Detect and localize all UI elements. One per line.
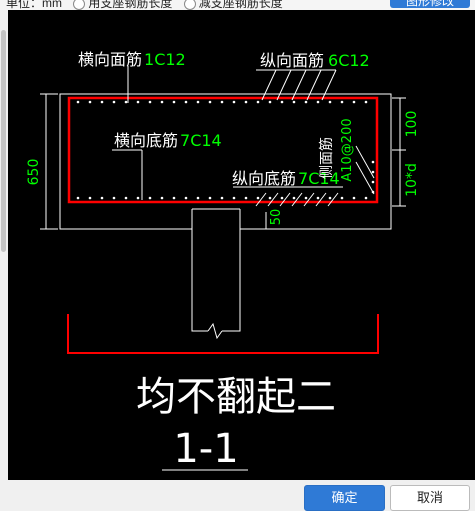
top-bar-dots (76, 100, 368, 104)
section-label: 1-1 (173, 426, 238, 472)
option-1-label[interactable]: 用支座钢筋长度 (88, 0, 172, 10)
side-length-dim: 10*d (404, 163, 420, 197)
unit-options: 单位：mm 用支座钢筋长度 减支座钢筋长度 (6, 0, 283, 10)
dialog-footer: 确定 取消 (0, 480, 475, 511)
scrollbar-thumb[interactable] (1, 30, 6, 252)
top-option-bar: 单位：mm 用支座钢筋长度 减支座钢筋长度 图形修改 (0, 0, 475, 10)
radio-option-2[interactable] (183, 0, 196, 10)
bottom-cover-dim: 50 (269, 209, 284, 226)
bottom-transverse-rebar-label: 横向底筋 7C14 (114, 131, 222, 150)
height-dimension (40, 93, 58, 230)
confirm-button[interactable]: 确定 (304, 485, 385, 511)
left-scrollbar[interactable] (0, 10, 8, 480)
side-rebar-spec: A10@200 (340, 118, 355, 181)
main-title: 均不翻起二 (136, 374, 336, 420)
unit-label: 单位：mm (6, 0, 62, 10)
cancel-button[interactable]: 取消 (390, 485, 470, 511)
lower-section-bracket (67, 314, 379, 354)
drawing-canvas: 650 100 10*d 50 横向面筋 1C12 纵向面筋 6C12 横向底筋… (8, 10, 475, 480)
section-drawing: 650 100 10*d 50 横向面筋 1C12 纵向面筋 6C12 横向底筋… (26, 50, 420, 472)
modify-graphic-button[interactable]: 图形修改 (390, 0, 470, 8)
height-dim-label: 650 (26, 159, 42, 186)
top-cover-dim: 100 (404, 111, 420, 138)
option-2-label[interactable]: 减支座钢筋长度 (199, 0, 283, 10)
bottom-bar-dots (76, 196, 368, 200)
radio-option-1[interactable] (73, 0, 86, 10)
side-rebar-label: 侧面筋 (318, 137, 335, 179)
top-longitudinal-rebar-label: 纵向面筋 6C12 (260, 51, 370, 70)
top-transverse-rebar-label: 横向面筋 1C12 (78, 50, 186, 69)
